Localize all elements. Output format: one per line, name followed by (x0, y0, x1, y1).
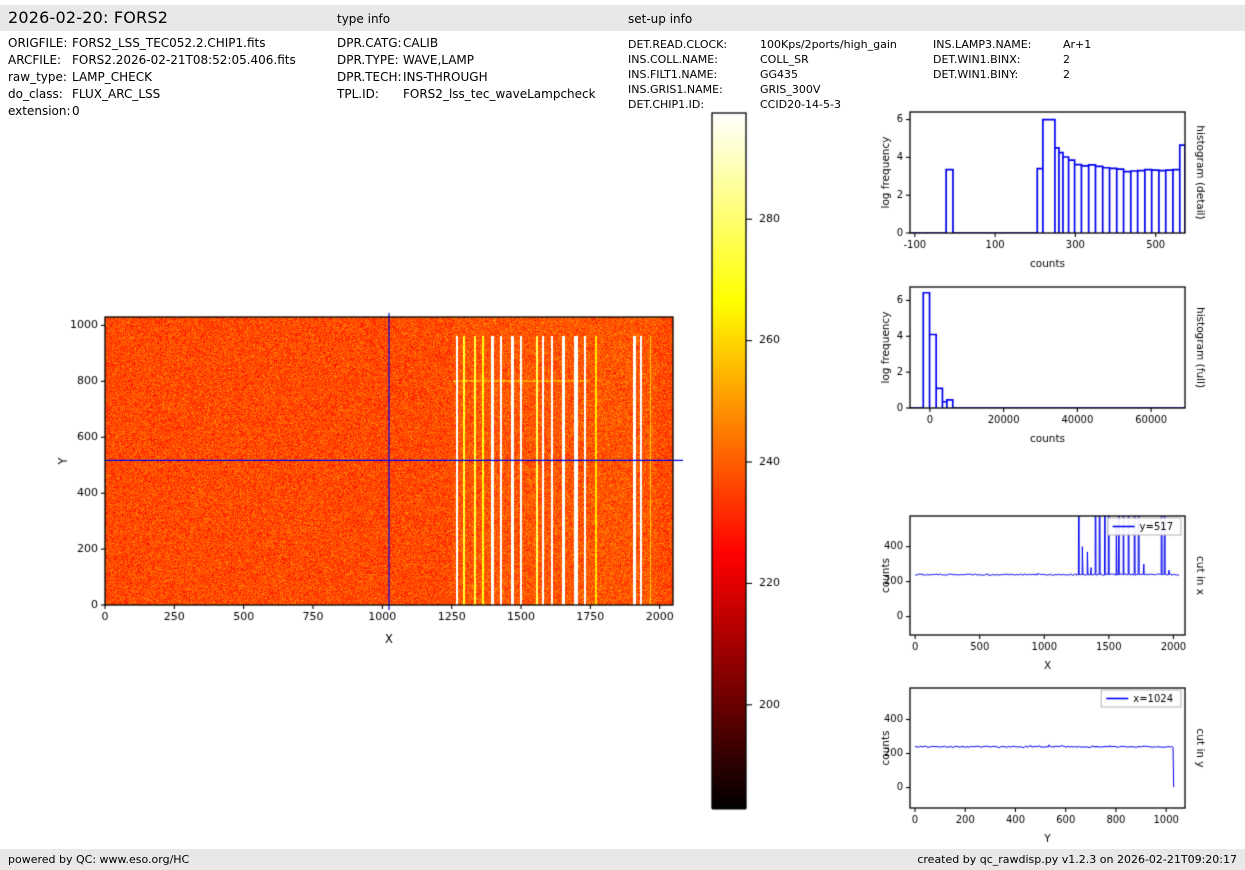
info-value: GG435 (760, 68, 799, 81)
file-info-block: ORIGFILE: FORS2_LSS_TEC052.2.CHIP1.fits A… (8, 35, 296, 120)
info-label: INS.COLL.NAME: (628, 53, 718, 66)
header-bar: 2026-02-20: FORS2 type info set-up info (0, 5, 1245, 31)
info-value: FORS2.2026-02-21T08:52:05.406.fits (72, 53, 296, 67)
setup-info-block-col2: INS.LAMP3.NAME: Ar+1 DET.WIN1.BINX: 2 DET.… (933, 37, 1091, 82)
info-label: ARCFILE: (8, 53, 62, 67)
info-label: do_class: (8, 87, 63, 101)
footer-bar: powered by QC: www.eso.org/HC created by… (0, 849, 1245, 870)
setup-info-row: INS.FILT1.NAME: GG435 (628, 67, 897, 82)
file-info-row: raw_type: LAMP_CHECK (8, 69, 296, 86)
info-label: INS.GRIS1.NAME: (628, 83, 723, 96)
type-info-heading: type info (337, 12, 391, 26)
type-info-row: DPR.CATG: CALIB (337, 35, 596, 52)
info-value: WAVE,LAMP (403, 53, 475, 67)
info-label: raw_type: (8, 70, 67, 84)
info-value: GRIS_300V (760, 83, 821, 96)
setup-info-row: DET.WIN1.BINY: 2 (933, 67, 1091, 82)
info-label: DPR.TYPE: (337, 53, 399, 67)
footer-created-by: created by qc_rawdisp.py v1.2.3 on 2026-… (917, 853, 1237, 866)
type-info-row: DPR.TYPE: WAVE,LAMP (337, 52, 596, 69)
info-value: 0 (72, 104, 80, 118)
type-info-row: TPL.ID: FORS2_lss_tec_waveLampcheck (337, 86, 596, 103)
setup-info-row: DET.READ.CLOCK: 100Kps/2ports/high_gain (628, 37, 897, 52)
info-label: INS.FILT1.NAME: (628, 68, 718, 81)
info-value: 2 (1063, 53, 1070, 66)
footer-powered-by: powered by QC: www.eso.org/HC (8, 853, 190, 866)
setup-info-heading: set-up info (628, 12, 693, 26)
info-value: FORS2_LSS_TEC052.2.CHIP1.fits (72, 36, 266, 50)
info-label: DET.WIN1.BINY: (933, 68, 1019, 81)
info-value: INS-THROUGH (403, 70, 488, 84)
info-value: 100Kps/2ports/high_gain (760, 38, 897, 51)
info-value: Ar+1 (1063, 38, 1092, 51)
info-label: extension: (8, 104, 71, 118)
setup-info-row: INS.COLL.NAME: COLL_SR (628, 52, 897, 67)
info-label: DPR.TECH: (337, 70, 402, 84)
setup-info-row: INS.LAMP3.NAME: Ar+1 (933, 37, 1091, 52)
cut-in-x-plot (870, 503, 1245, 678)
qc-report-page: { "header": { "title": "2026-02-20: FORS… (0, 0, 1245, 870)
histogram-detail-plot (870, 98, 1245, 273)
colorbar (700, 105, 800, 820)
info-label: DPR.CATG: (337, 36, 402, 50)
page-title: 2026-02-20: FORS2 (8, 8, 169, 27)
info-value: FORS2_lss_tec_waveLampcheck (403, 87, 596, 101)
info-label: TPL.ID: (337, 87, 379, 101)
setup-info-block-col1: DET.READ.CLOCK: 100Kps/2ports/high_gain I… (628, 37, 897, 112)
setup-info-row: INS.GRIS1.NAME: GRIS_300V (628, 82, 897, 97)
file-info-row: do_class: FLUX_ARC_LSS (8, 86, 296, 103)
info-label: ORIGFILE: (8, 36, 68, 50)
file-info-row: ORIGFILE: FORS2_LSS_TEC052.2.CHIP1.fits (8, 35, 296, 52)
file-info-row: ARCFILE: FORS2.2026-02-21T08:52:05.406.fi… (8, 52, 296, 69)
type-info-block: DPR.CATG: CALIB DPR.TYPE: WAVE,LAMP DPR.TE… (337, 35, 596, 103)
info-value: COLL_SR (760, 53, 809, 66)
info-value: CALIB (403, 36, 439, 50)
setup-info-row: DET.WIN1.BINX: 2 (933, 52, 1091, 67)
info-value: LAMP_CHECK (72, 70, 152, 84)
cut-in-y-plot (870, 673, 1245, 848)
histogram-full-plot (870, 273, 1245, 448)
info-label: INS.LAMP3.NAME: (933, 38, 1032, 51)
raw-image-plot (40, 290, 700, 660)
info-value: FLUX_ARC_LSS (72, 87, 161, 101)
info-value: 2 (1063, 68, 1070, 81)
file-info-row: extension: 0 (8, 103, 296, 120)
info-label: DET.READ.CLOCK: (628, 38, 728, 51)
type-info-row: DPR.TECH: INS-THROUGH (337, 69, 596, 86)
info-label: DET.WIN1.BINX: (933, 53, 1021, 66)
